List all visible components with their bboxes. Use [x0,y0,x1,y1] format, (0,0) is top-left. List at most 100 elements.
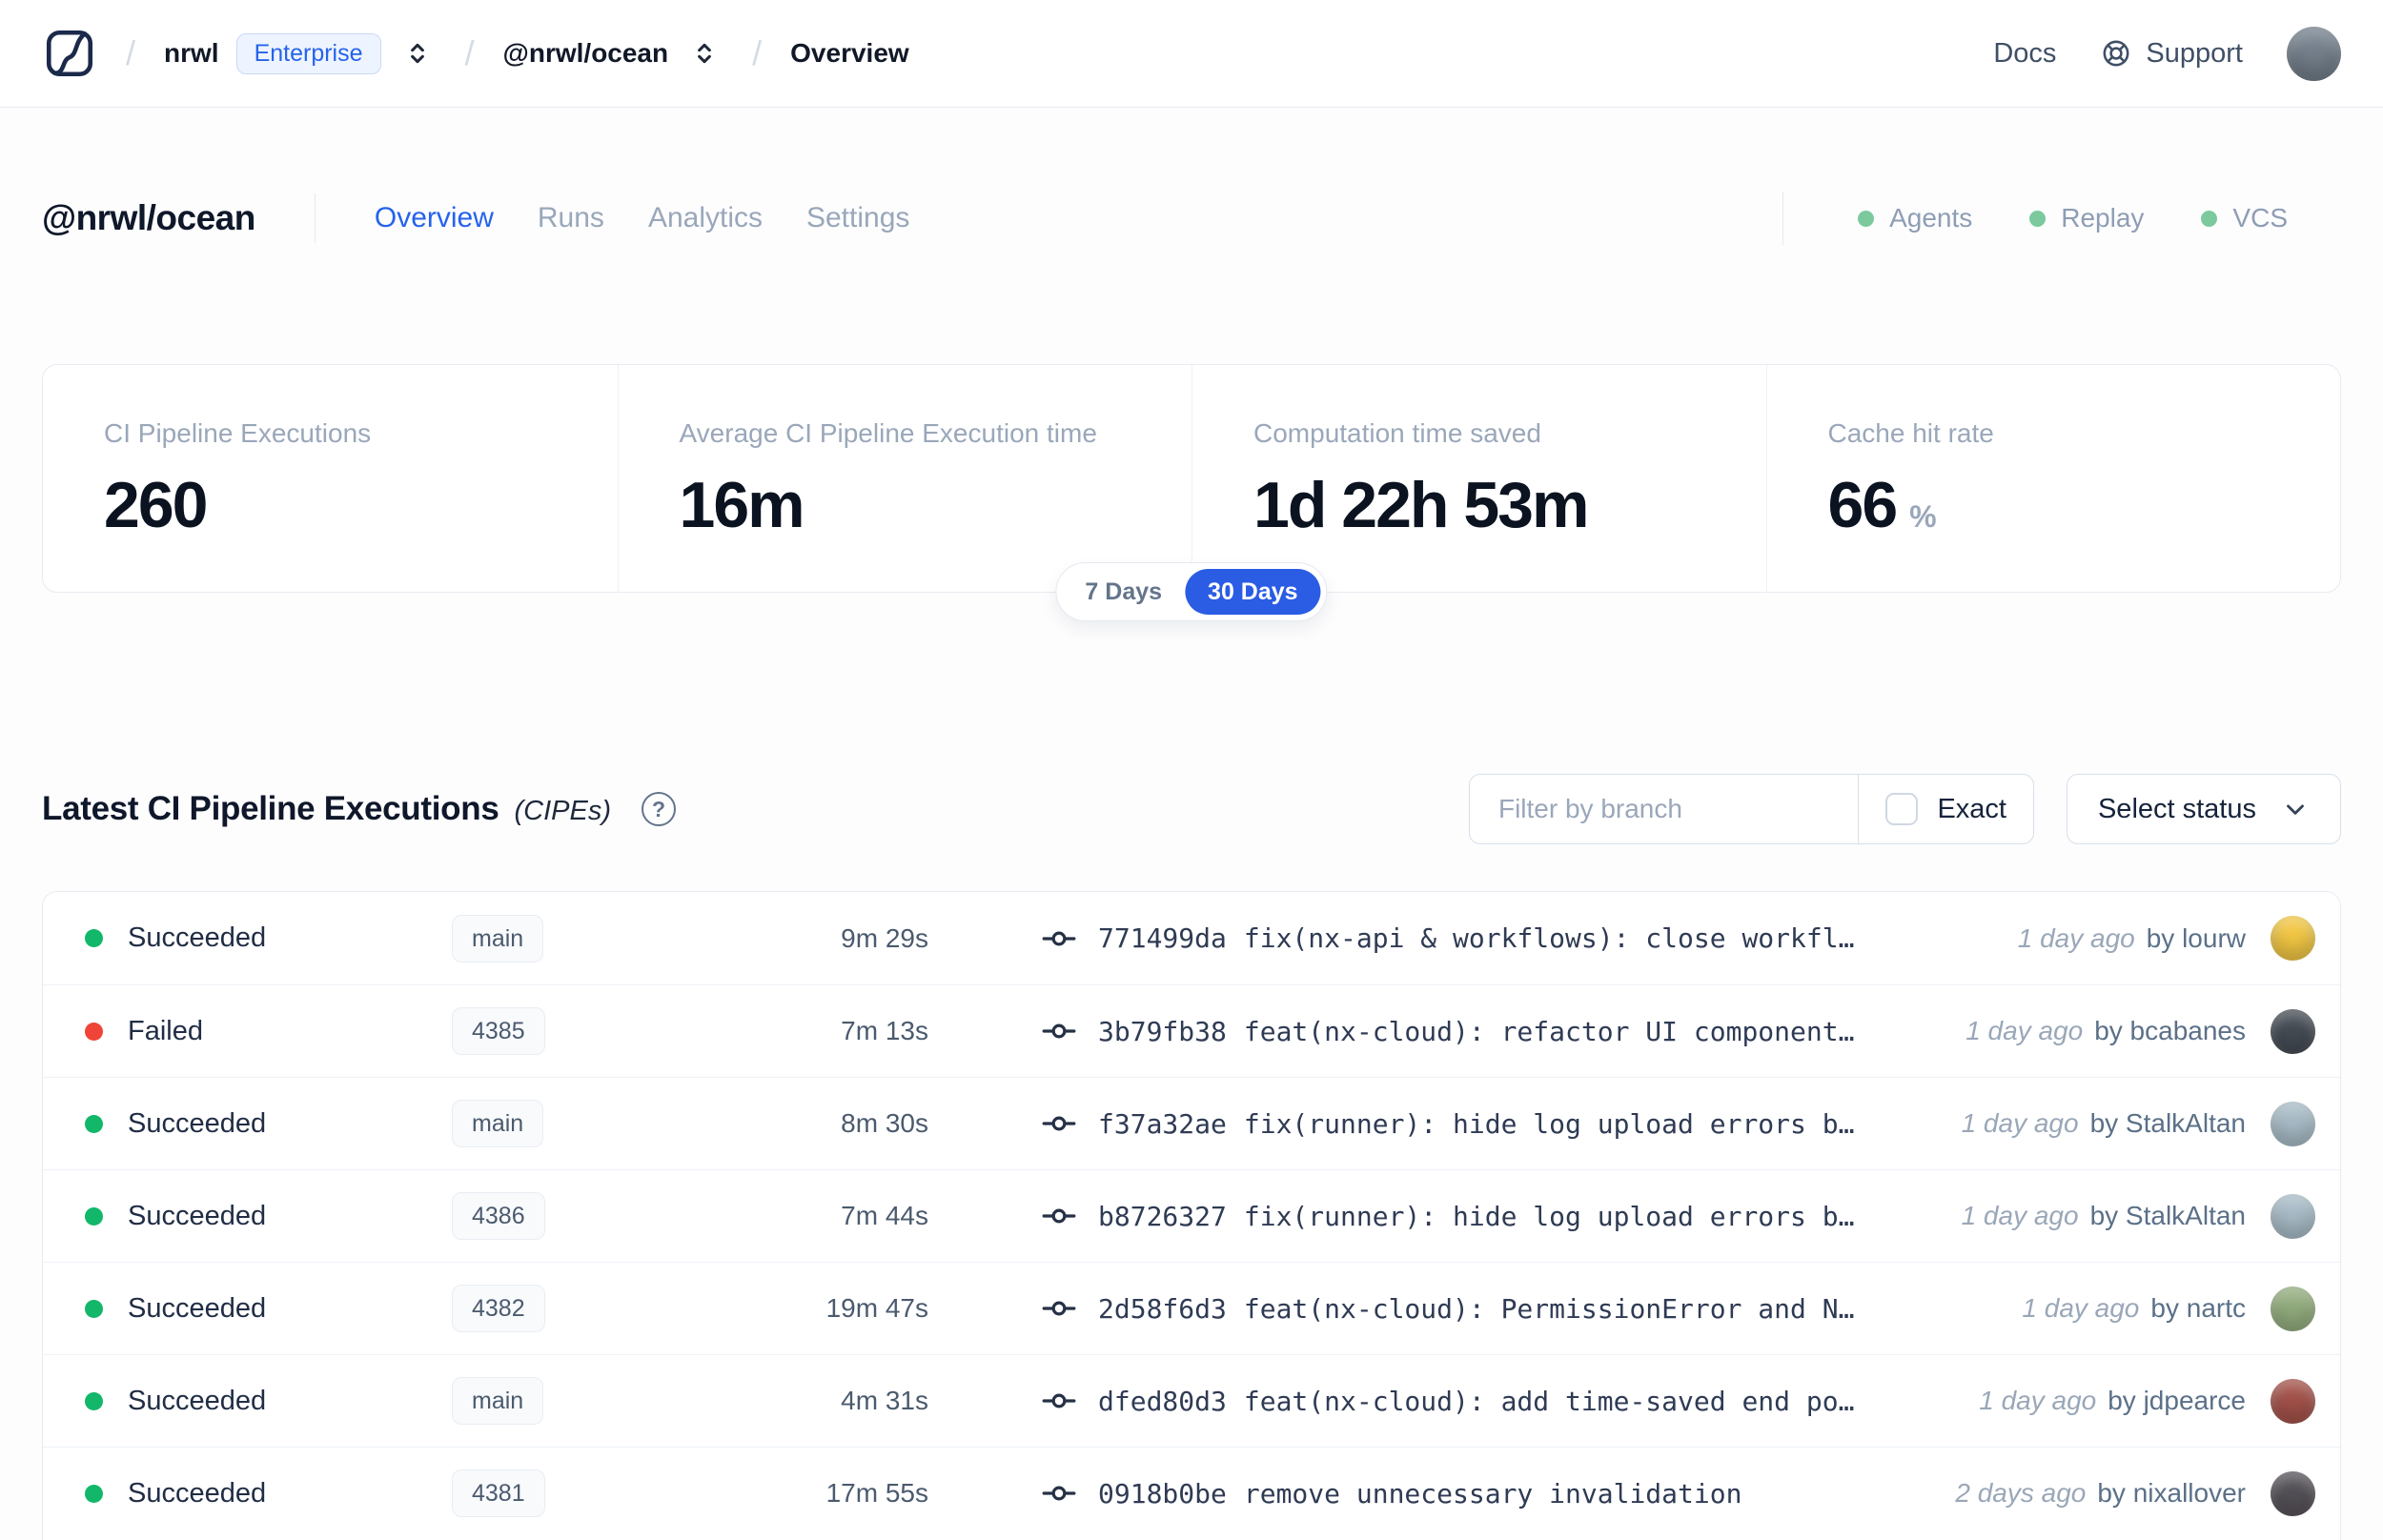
navbar-actions: Docs Support [1993,26,2341,81]
org-name: nrwl [164,38,219,68]
tab[interactable]: Settings [806,202,909,234]
commit-info[interactable]: 771499da fix(nx-api & workflows): close … [1041,921,1854,957]
cipe-section-header: Latest CI Pipeline Executions (CIPEs) ? … [42,774,2341,844]
avatar [2271,916,2315,961]
cipe-table: Succeeded main 9m 29s 771499da fix(nx-ap… [42,891,2341,1540]
tab[interactable]: Analytics [648,202,763,234]
feature-indicators-wrap: Agents Replay VCS [1782,192,2341,245]
branch-cell: 4386 [452,1192,671,1240]
cipe-row[interactable]: Succeeded main 9m 29s 771499da fix(nx-ap… [43,892,2340,984]
status-dot-icon [85,1484,103,1503]
row-meta: 1 day ago by jdpearce [1979,1386,2246,1416]
cipe-row[interactable]: Succeeded main 8m 30s f37a32ae fix(runne… [43,1077,2340,1169]
cipe-row[interactable]: Succeeded 4381 17m 55s 0918b0be remove u… [43,1447,2340,1539]
commit-info[interactable]: 2d58f6d3 feat(nx-cloud): PermissionError… [1041,1290,1854,1327]
branch-badge[interactable]: 4385 [452,1007,545,1055]
status-dot-icon [85,1022,103,1041]
status-dot-icon [2029,210,2047,227]
cipe-row[interactable]: Succeeded 4382 19m 47s 2d58f6d3 feat(nx-… [43,1262,2340,1354]
avatar [2271,1286,2315,1331]
cipe-row[interactable]: Succeeded 4386 7m 44s b8726327 fix(runne… [43,1169,2340,1262]
divider [314,193,316,243]
branch-badge[interactable]: 4386 [452,1192,545,1240]
stat-value: 16m [679,469,805,541]
branch-badge[interactable]: main [452,1377,544,1425]
commit-info[interactable]: b8726327 fix(runner): hide log upload er… [1041,1198,1854,1234]
duration-label: 7m 44s [841,1201,928,1230]
status-dot-icon [85,1299,103,1318]
timestamp: 1 day ago [1961,1201,2079,1230]
timestamp: 2 days ago [1955,1478,2087,1508]
duration-label: 7m 13s [841,1016,928,1045]
author-label: by jdpearce [2108,1386,2246,1415]
stat-value-row: 16m [679,469,1173,541]
commit-info[interactable]: 3b79fb38 feat(nx-cloud): refactor UI com… [1041,1013,1854,1049]
branch-badge[interactable]: main [452,1100,544,1147]
branch-cell: main [452,914,671,962]
nx-cloud-logo-icon[interactable] [42,26,97,81]
branch-badge[interactable]: main [452,914,544,962]
stat-label: Average CI Pipeline Execution time [679,418,1097,448]
author-label: by bcabanes [2094,1016,2246,1045]
breadcrumb-separator: / [464,33,475,72]
stat-card: Cache hit rate 66 % [1765,365,2341,592]
status-dot-icon [1858,210,1875,227]
status-label: Succeeded [128,1292,267,1324]
docs-link[interactable]: Docs [1993,38,2056,70]
git-commit-icon [1042,1486,1076,1501]
feature-indicator[interactable]: Agents [1858,203,1972,233]
workspace-tabs: Overview Runs Analytics Settings [375,202,910,234]
tab[interactable]: Overview [375,202,494,234]
commit-info[interactable]: f37a32ae fix(runner): hide log upload er… [1041,1105,1854,1142]
avatar [2271,1193,2315,1239]
feature-indicator[interactable]: Replay [2029,203,2144,233]
exact-checkbox[interactable] [1885,793,1919,825]
branch-filter-group: Exact [1468,774,2034,844]
cipe-row[interactable]: Succeeded main 4m 31s dfed80d3 feat(nx-c… [43,1354,2340,1447]
author-label: by lourw [2146,922,2246,953]
range-option-button[interactable]: 30 Days [1185,569,1321,615]
branch-badge[interactable]: 4382 [452,1285,545,1332]
commit-info[interactable]: 0918b0be remove unnecessary invalidation [1041,1475,1741,1511]
chevron-up-down-icon [698,43,711,64]
duration-label: 17m 55s [825,1478,928,1508]
date-range-toggle: 7 Days 30 Days [1055,562,1328,621]
branch-badge[interactable]: 4381 [452,1469,545,1517]
commit-info[interactable]: dfed80d3 feat(nx-cloud): add time-saved … [1041,1383,1854,1419]
author-label: by StalkAltan [2089,1108,2246,1138]
feature-indicator[interactable]: VCS [2201,203,2288,233]
status-dot-icon [85,1114,103,1133]
help-icon[interactable]: ? [642,792,676,826]
row-meta: 1 day ago by nartc [2022,1293,2246,1324]
org-selector-button[interactable] [398,34,437,72]
duration-label: 19m 47s [825,1293,928,1323]
support-link[interactable]: Support [2100,37,2243,70]
branch-filter-input[interactable] [1469,775,1859,843]
range-option-button[interactable]: 7 Days [1062,569,1185,615]
workspace-selector-button[interactable] [685,34,723,72]
branch-cell: main [452,1377,671,1425]
stat-card: Average CI Pipeline Execution time 16m [617,365,1192,592]
user-avatar[interactable] [2287,26,2341,81]
stat-value-row: 260 [104,471,599,539]
tab[interactable]: Runs [538,202,604,234]
commit-hash: 0918b0be [1098,1477,1227,1510]
stat-label: Cache hit rate [1827,418,1994,448]
git-commit-icon [1042,931,1076,945]
status-label: Succeeded [128,1107,267,1139]
status-label: Succeeded [128,1385,267,1416]
git-commit-icon [1042,1301,1076,1316]
commit-message: fix(runner): hide log upload errors b… [1243,1200,1855,1232]
duration-label: 4m 31s [841,1386,928,1415]
workspace-crumb: @nrwl/ocean [503,34,724,72]
cipe-row[interactable]: Failed 4385 7m 13s 3b79fb38 feat(nx-clou… [43,984,2340,1077]
stat-value: 1d 22h 53m [1253,469,1589,541]
indicator-label: Agents [1889,203,1973,233]
workspace-header: @nrwl/ocean Overview Runs Analytics Sett… [0,192,2383,245]
row-meta: 1 day ago by bcabanes [1965,1016,2246,1046]
lifebuoy-icon [2103,40,2129,67]
stat-label: Computation time saved [1253,418,1541,448]
status-select-button[interactable]: Select status [2066,774,2341,844]
branch-cell: 4381 [452,1469,671,1517]
branch-cell: 4382 [452,1285,671,1332]
